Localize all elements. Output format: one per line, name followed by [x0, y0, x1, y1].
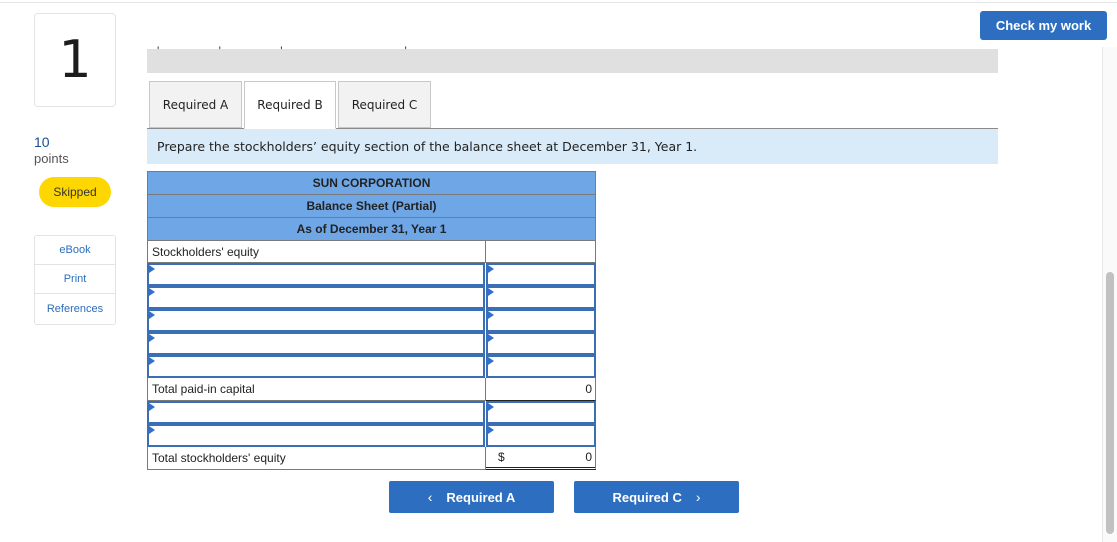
- account-input[interactable]: [149, 334, 483, 353]
- prev-required-button[interactable]: ‹ Required A: [389, 481, 554, 513]
- next-label: Required C: [612, 489, 682, 505]
- next-required-button[interactable]: Required C ›: [574, 481, 739, 513]
- sheet-company: SUN CORPORATION: [147, 171, 596, 194]
- check-my-work-button[interactable]: Check my work: [980, 11, 1107, 40]
- table-row: Stockholders' equity: [147, 240, 596, 263]
- amount-input[interactable]: [488, 334, 594, 353]
- amount-input[interactable]: [488, 288, 594, 307]
- account-select[interactable]: [147, 286, 485, 309]
- question-number-text: 1: [58, 30, 92, 90]
- amount-input[interactable]: [488, 357, 594, 376]
- instruction-text: Prepare the stockholders’ equity section…: [147, 129, 998, 164]
- points-value: 10: [34, 134, 50, 150]
- question-number: 1: [34, 13, 116, 107]
- total-se-amount: 0: [585, 450, 592, 464]
- scrollbar-thumb[interactable]: [1106, 272, 1114, 534]
- dropdown-flag-icon: [488, 334, 494, 342]
- prev-label: Required A: [446, 489, 516, 505]
- status-badge: Skipped: [39, 177, 111, 207]
- amount-cell[interactable]: [486, 286, 596, 309]
- dropdown-flag-icon: [488, 357, 494, 365]
- instruction-label: Prepare the stockholders’ equity section…: [157, 139, 698, 154]
- amount-cell[interactable]: [486, 332, 596, 355]
- dropdown-flag-icon: [149, 288, 155, 296]
- account-input[interactable]: [149, 357, 483, 376]
- account-select[interactable]: [147, 355, 485, 378]
- question-header-band: ' ' ' , ': [147, 44, 998, 73]
- account-input[interactable]: [149, 403, 483, 422]
- dropdown-flag-icon: [149, 265, 155, 273]
- table-row: [147, 424, 596, 447]
- resources-panel: eBook Print References: [34, 235, 116, 325]
- print-link[interactable]: Print: [35, 265, 115, 294]
- table-row: [147, 401, 596, 424]
- dropdown-flag-icon: [488, 288, 494, 296]
- section-label: Stockholders' equity: [147, 240, 486, 263]
- account-select[interactable]: [147, 309, 485, 332]
- requirement-tabs: Required A Required B Required C: [149, 81, 433, 129]
- tab-required-b[interactable]: Required B: [244, 81, 336, 129]
- total-se-amount-cell: $ 0: [486, 447, 596, 470]
- dropdown-flag-icon: [488, 426, 494, 434]
- amount-cell[interactable]: [486, 355, 596, 378]
- amount-cell[interactable]: [486, 309, 596, 332]
- account-select[interactable]: [147, 401, 485, 424]
- total-paid-in-amount: 0: [486, 378, 596, 401]
- account-input[interactable]: [149, 311, 483, 330]
- clipped-question-text: ' ' ' , ': [157, 44, 435, 50]
- dropdown-flag-icon: [149, 403, 155, 411]
- table-row: [147, 355, 596, 378]
- dropdown-flag-icon: [149, 426, 155, 434]
- account-input[interactable]: [149, 288, 483, 307]
- account-select[interactable]: [147, 332, 485, 355]
- amount-input[interactable]: [488, 403, 594, 422]
- amount-input[interactable]: [488, 311, 594, 330]
- sheet-title: Balance Sheet (Partial): [147, 194, 596, 217]
- dropdown-flag-icon: [488, 403, 494, 411]
- amount-cell[interactable]: [486, 263, 596, 286]
- total-paid-in-label: Total paid-in capital: [147, 378, 486, 401]
- references-link[interactable]: References: [35, 294, 115, 324]
- amount-cell[interactable]: [486, 401, 596, 424]
- table-row: Total paid-in capital 0: [147, 378, 596, 401]
- top-divider: [0, 2, 1117, 3]
- amount-cell[interactable]: [486, 424, 596, 447]
- chevron-right-icon: ›: [695, 489, 701, 505]
- tab-required-c[interactable]: Required C: [338, 81, 431, 128]
- points-label: points: [34, 151, 69, 166]
- currency-symbol: $: [498, 450, 505, 464]
- section-amount: [486, 240, 596, 263]
- table-row: [147, 332, 596, 355]
- table-row: Total stockholders' equity $ 0: [147, 447, 596, 470]
- dropdown-flag-icon: [149, 357, 155, 365]
- amount-input[interactable]: [488, 265, 594, 284]
- table-row: [147, 263, 596, 286]
- chevron-left-icon: ‹: [427, 489, 433, 505]
- ebook-link[interactable]: eBook: [35, 236, 115, 265]
- account-input[interactable]: [149, 265, 483, 284]
- dropdown-flag-icon: [149, 311, 155, 319]
- table-row: [147, 309, 596, 332]
- sheet-date: As of December 31, Year 1: [147, 217, 596, 240]
- tab-required-a[interactable]: Required A: [149, 81, 242, 128]
- dropdown-flag-icon: [488, 311, 494, 319]
- total-se-label: Total stockholders' equity: [147, 447, 486, 470]
- account-select[interactable]: [147, 263, 485, 286]
- amount-input[interactable]: [488, 426, 594, 445]
- dropdown-flag-icon: [488, 265, 494, 273]
- table-row: [147, 286, 596, 309]
- account-select[interactable]: [147, 424, 485, 447]
- account-input[interactable]: [149, 426, 483, 445]
- dropdown-flag-icon: [149, 334, 155, 342]
- balance-sheet-table: SUN CORPORATION Balance Sheet (Partial) …: [147, 171, 596, 470]
